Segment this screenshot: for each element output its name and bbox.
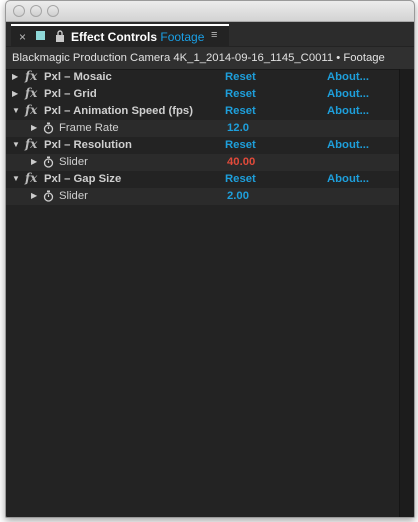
effect-name: Pxl – Gap Size: [44, 173, 122, 185]
close-icon[interactable]: ×: [19, 30, 26, 44]
about-link[interactable]: About...: [327, 71, 369, 83]
panel-tab-bar: × Effect Controls Footage ≡: [6, 22, 414, 46]
panel-color-swatch-icon: [36, 31, 45, 40]
effects-list: ▶ fx Pxl – Mosaic Reset About... ▶ fx Pxl – Gri…: [6, 69, 414, 205]
tab-title-label: Effect Controls: [71, 30, 158, 44]
about-link[interactable]: About...: [327, 88, 369, 100]
parameter-value[interactable]: 2.00: [227, 190, 249, 202]
effect-name: Pxl – Grid: [44, 88, 97, 100]
parameter-row: ▶ Slider 40.00: [6, 154, 414, 171]
disclosure-collapsed-icon[interactable]: ▶: [12, 89, 18, 98]
stopwatch-icon[interactable]: [43, 122, 54, 134]
reset-link[interactable]: Reset: [225, 173, 256, 185]
parameter-row: ▶ Slider 2.00: [6, 188, 414, 205]
effect-name: Pxl – Mosaic: [44, 71, 112, 83]
parameter-row: ▶ Frame Rate 12.0: [6, 120, 414, 137]
effect-row[interactable]: ▼ fx Pxl – Gap Size Reset About...: [6, 171, 414, 188]
disclosure-expanded-icon[interactable]: ▼: [12, 106, 20, 115]
lock-icon[interactable]: [55, 29, 65, 42]
disclosure-collapsed-icon[interactable]: ▶: [31, 157, 37, 166]
stopwatch-icon[interactable]: [43, 190, 54, 202]
tab-effect-controls[interactable]: × Effect Controls Footage ≡: [11, 24, 229, 46]
stopwatch-icon[interactable]: [43, 156, 54, 168]
parameter-name: Slider: [59, 156, 88, 168]
window-titlebar: [6, 1, 414, 22]
panel-menu-icon[interactable]: ≡: [211, 29, 217, 41]
composition-breadcrumb: Blackmagic Production Camera 4K_1_2014-0…: [6, 47, 414, 70]
effect-row[interactable]: ▼ fx Pxl – Animation Speed (fps) Reset About…: [6, 103, 414, 120]
parameter-name: Frame Rate: [59, 122, 119, 134]
reset-link[interactable]: Reset: [225, 88, 256, 100]
fx-toggle-icon[interactable]: fx: [25, 171, 37, 185]
disclosure-collapsed-icon[interactable]: ▶: [12, 72, 18, 81]
vertical-scrollbar[interactable]: [399, 69, 414, 517]
disclosure-expanded-icon[interactable]: ▼: [12, 174, 20, 183]
reset-link[interactable]: Reset: [225, 71, 256, 83]
close-window-button[interactable]: [13, 5, 25, 17]
reset-link[interactable]: Reset: [225, 105, 256, 117]
effect-name: Pxl – Resolution: [44, 139, 132, 151]
effect-row[interactable]: ▶ fx Pxl – Grid Reset About...: [6, 86, 414, 103]
parameter-value[interactable]: 12.0: [227, 122, 249, 134]
disclosure-collapsed-icon[interactable]: ▶: [31, 123, 37, 132]
tab-subtitle: Footage: [160, 30, 205, 44]
about-link[interactable]: About...: [327, 105, 369, 117]
parameter-value[interactable]: 40.00: [227, 156, 255, 168]
about-link[interactable]: About...: [327, 173, 369, 185]
disclosure-collapsed-icon[interactable]: ▶: [31, 191, 37, 200]
fx-toggle-icon[interactable]: fx: [25, 103, 37, 117]
effect-row[interactable]: ▼ fx Pxl – Resolution Reset About...: [6, 137, 414, 154]
fx-toggle-icon[interactable]: fx: [25, 69, 37, 83]
composition-path: Blackmagic Production Camera 4K_1_2014-0…: [12, 52, 385, 64]
effect-controls-window: × Effect Controls Footage ≡ Blackmagic P…: [5, 0, 415, 518]
effect-name: Pxl – Animation Speed (fps): [44, 105, 193, 117]
reset-link[interactable]: Reset: [225, 139, 256, 151]
zoom-window-button[interactable]: [47, 5, 59, 17]
effect-row[interactable]: ▶ fx Pxl – Mosaic Reset About...: [6, 69, 414, 86]
disclosure-expanded-icon[interactable]: ▼: [12, 140, 20, 149]
parameter-name: Slider: [59, 190, 88, 202]
minimize-window-button[interactable]: [30, 5, 42, 17]
fx-toggle-icon[interactable]: fx: [25, 137, 37, 151]
fx-toggle-icon[interactable]: fx: [25, 86, 37, 100]
tab-title: Effect Controls Footage: [71, 30, 204, 44]
about-link[interactable]: About...: [327, 139, 369, 151]
